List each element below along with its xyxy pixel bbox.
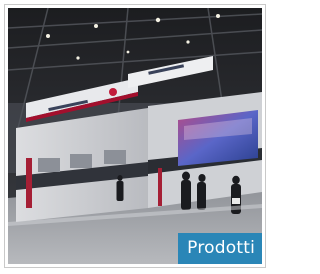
category-tile-prodotti[interactable]: Prodotti: [4, 4, 266, 268]
exhibition-booth-photo[interactable]: Prodotti: [8, 8, 262, 264]
booth-photo-illustration: [8, 8, 262, 264]
category-caption[interactable]: Prodotti: [178, 233, 262, 264]
